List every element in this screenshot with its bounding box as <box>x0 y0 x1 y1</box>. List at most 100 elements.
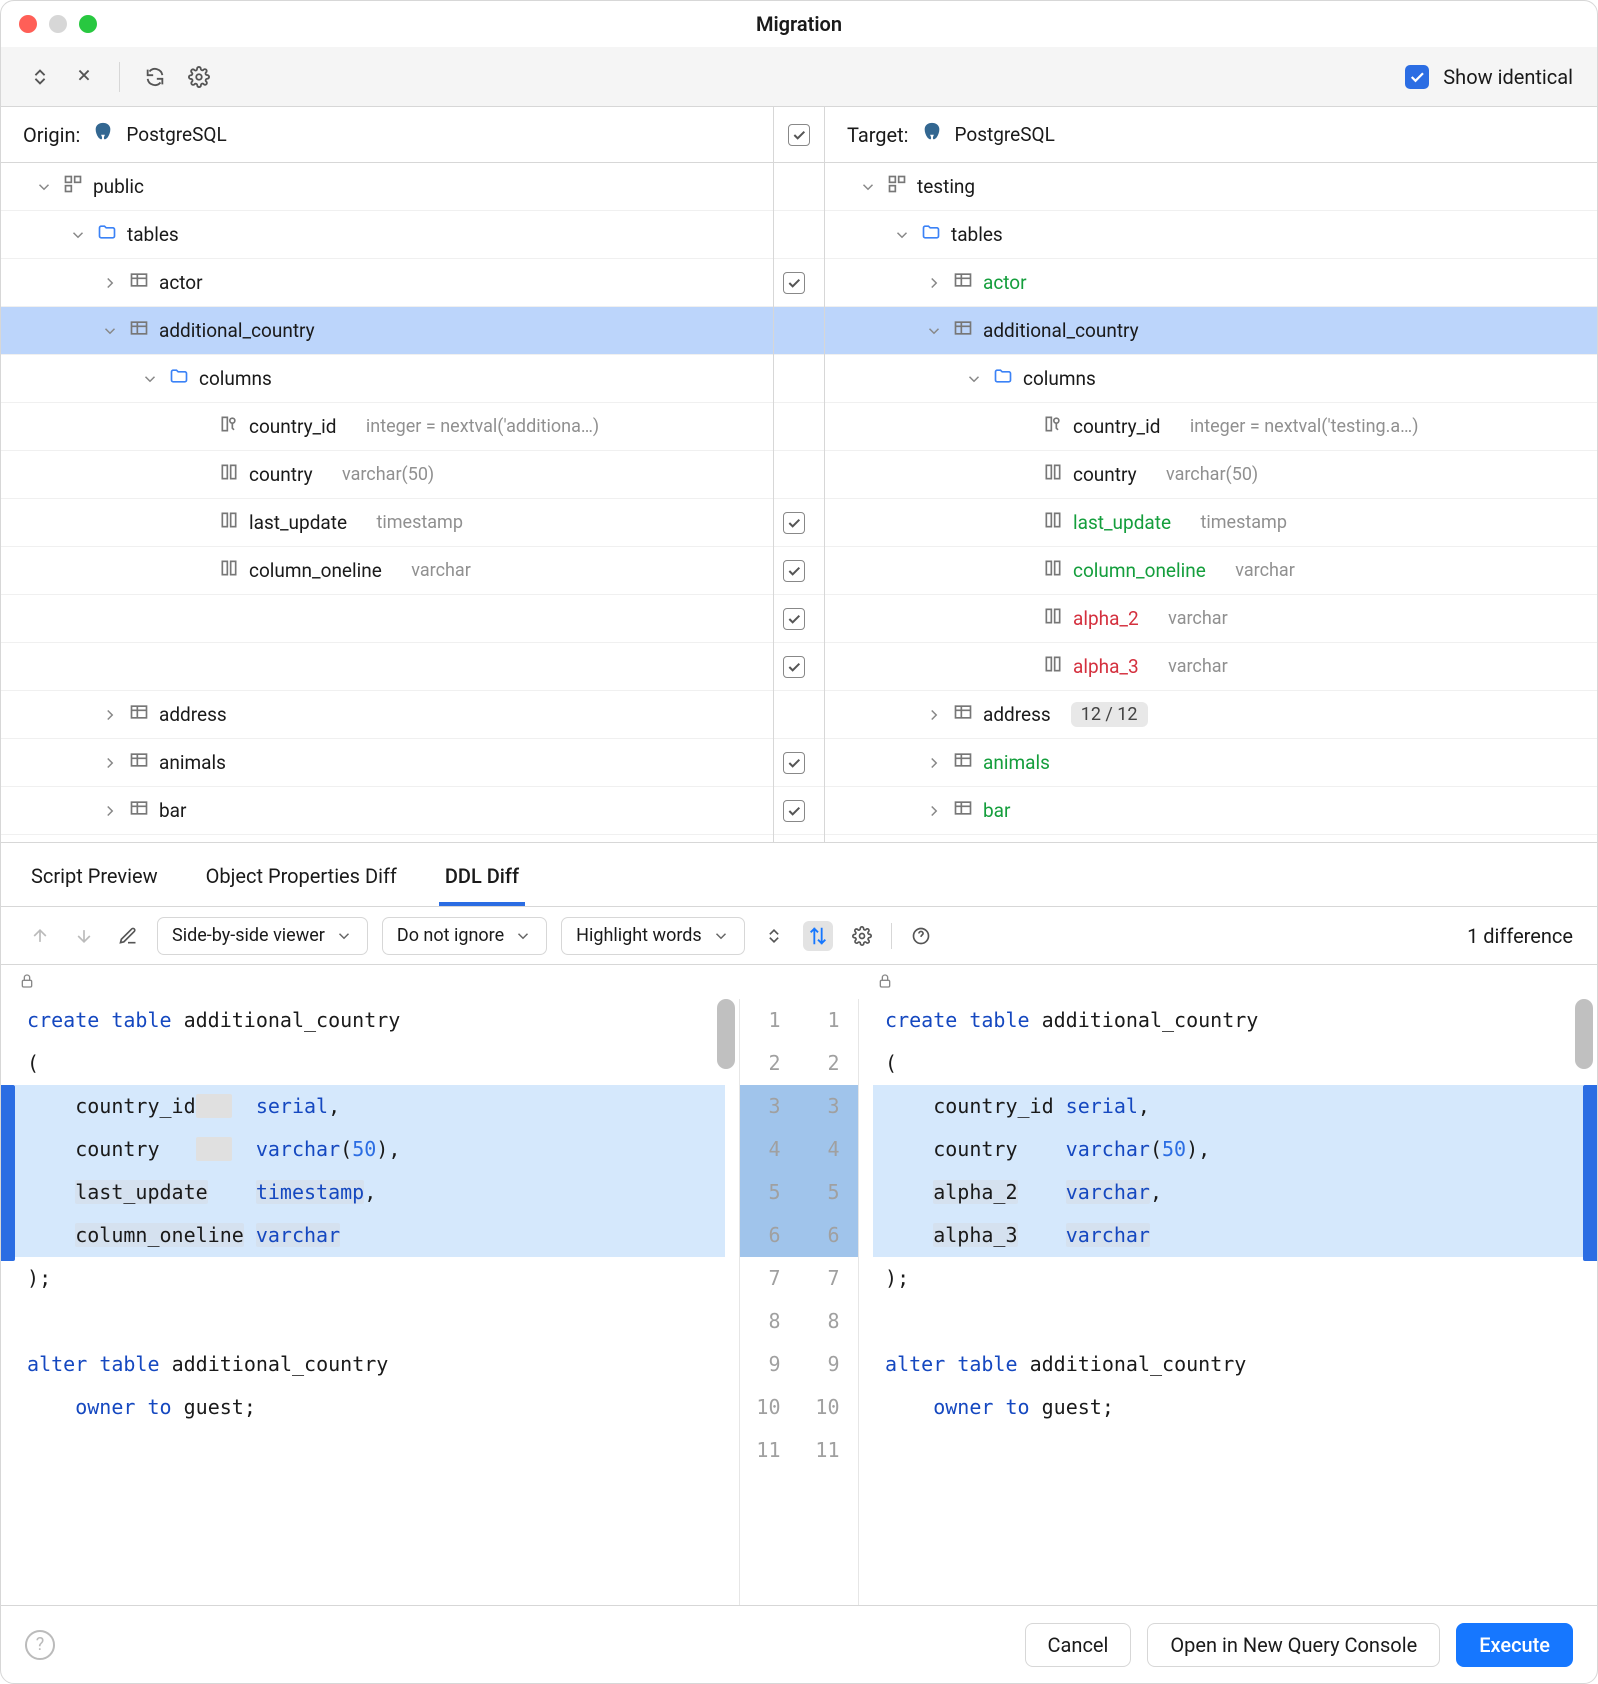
tab-script-preview[interactable]: Script Preview <box>25 864 164 906</box>
column-row[interactable]: country varchar(50) <box>1 451 773 499</box>
column-row[interactable]: column_oneline varchar <box>1 547 773 595</box>
row-check[interactable] <box>783 608 805 630</box>
viewer-mode-label: Side-by-side viewer <box>172 925 325 946</box>
row-check[interactable] <box>783 512 805 534</box>
table-name: actor <box>159 271 203 294</box>
row-check[interactable] <box>783 272 805 294</box>
next-diff-icon[interactable] <box>69 921 99 951</box>
header-check[interactable] <box>788 124 810 146</box>
viewer-mode-select[interactable]: Side-by-side viewer <box>157 917 368 955</box>
chevron-down-icon <box>35 178 53 196</box>
chevron-down-icon <box>859 178 877 196</box>
collapse-all-icon[interactable] <box>69 62 99 92</box>
row-check[interactable] <box>783 656 805 678</box>
column-type: varchar(50) <box>1166 464 1258 485</box>
ignore-mode-select[interactable]: Do not ignore <box>382 917 547 955</box>
tree-schema-row[interactable]: public <box>1 163 773 211</box>
table-row[interactable]: additional_country <box>825 307 1597 355</box>
tree-tables-folder[interactable]: tables <box>1 211 773 259</box>
expand-all-icon[interactable] <box>25 62 55 92</box>
column-type: varchar <box>1168 608 1228 629</box>
prev-diff-icon[interactable] <box>25 921 55 951</box>
column-type: varchar <box>411 560 471 581</box>
column-row[interactable]: column_oneline varchar <box>825 547 1597 595</box>
column-icon <box>219 510 239 535</box>
table-row[interactable]: animals <box>1 739 773 787</box>
table-icon <box>129 270 149 295</box>
table-name: animals <box>159 751 226 774</box>
table-icon <box>129 798 149 823</box>
table-row[interactable]: additional_country <box>1 307 773 355</box>
column-icon <box>1043 558 1063 583</box>
tab-object-props[interactable]: Object Properties Diff <box>200 864 403 906</box>
diff-left-pane[interactable]: create table additional_country ( countr… <box>1 999 739 1605</box>
diff-area: create table additional_country ( countr… <box>1 999 1597 1605</box>
table-row[interactable]: actor <box>825 259 1597 307</box>
settings-icon[interactable] <box>184 62 214 92</box>
show-identical-label: Show identical <box>1443 65 1573 89</box>
table-row[interactable]: bar <box>1 787 773 835</box>
sync-scroll-icon[interactable] <box>803 921 833 951</box>
tab-ddl-diff[interactable]: DDL Diff <box>439 864 525 906</box>
columns-folder[interactable]: columns <box>825 355 1597 403</box>
folder-icon <box>993 366 1013 391</box>
help-button[interactable]: ? <box>25 1630 55 1660</box>
source-target-row: Origin: PostgreSQL Target: PostgreSQL <box>1 107 1597 163</box>
table-row[interactable]: address 12 / 12 <box>825 691 1597 739</box>
column-name: country <box>249 463 313 486</box>
table-row[interactable]: actor <box>1 259 773 307</box>
scrollbar-thumb[interactable] <box>1575 999 1593 1069</box>
table-row[interactable]: bar <box>825 787 1597 835</box>
chevron-down-icon <box>514 927 532 945</box>
column-name: last_update <box>1073 511 1171 534</box>
column-type: integer = nextval('additiona…) <box>366 416 599 437</box>
tree-schema-row[interactable]: testing <box>825 163 1597 211</box>
highlight-mode-label: Highlight words <box>576 925 702 946</box>
scrollbar-thumb[interactable] <box>717 999 735 1069</box>
column-row[interactable]: country_id integer = nextval('testing.a…… <box>825 403 1597 451</box>
column-row[interactable]: last_update timestamp <box>1 499 773 547</box>
column-row-empty <box>1 643 773 691</box>
diff-toolbar: Side-by-side viewer Do not ignore Highli… <box>1 907 1597 965</box>
table-icon <box>953 270 973 295</box>
columns-label: columns <box>1023 367 1096 390</box>
column-row[interactable]: country varchar(50) <box>825 451 1597 499</box>
postgres-icon <box>921 121 943 148</box>
column-row[interactable]: country_id integer = nextval('additiona…… <box>1 403 773 451</box>
column-icon <box>219 558 239 583</box>
column-icon <box>1043 606 1063 631</box>
key-column-icon <box>1043 414 1063 439</box>
column-row[interactable]: alpha_2 varchar <box>825 595 1597 643</box>
collapse-unchanged-icon[interactable] <box>759 921 789 951</box>
target-db-name: PostgreSQL <box>955 123 1055 146</box>
row-check[interactable] <box>783 560 805 582</box>
show-identical-checkbox[interactable] <box>1405 65 1429 89</box>
tree-tables-folder[interactable]: tables <box>825 211 1597 259</box>
column-type: varchar <box>1235 560 1295 581</box>
chevron-down-icon <box>101 322 119 340</box>
execute-button[interactable]: Execute <box>1456 1623 1573 1667</box>
chevron-down-icon <box>141 370 159 388</box>
settings-icon[interactable] <box>847 921 877 951</box>
diff-right-pane[interactable]: create table additional_country ( countr… <box>859 999 1597 1605</box>
row-check[interactable] <box>783 752 805 774</box>
tree-panels: public tables actor additional_country <box>1 163 1597 843</box>
tree-checkbox-column <box>773 163 825 842</box>
column-row[interactable]: alpha_3 varchar <box>825 643 1597 691</box>
open-console-button[interactable]: Open in New Query Console <box>1147 1623 1440 1667</box>
row-check[interactable] <box>783 800 805 822</box>
edit-icon[interactable] <box>113 921 143 951</box>
schema-name: testing <box>917 175 975 198</box>
target-cell: Target: PostgreSQL <box>825 107 1597 162</box>
chevron-right-icon <box>101 706 119 724</box>
origin-cell: Origin: PostgreSQL <box>1 107 773 162</box>
table-row[interactable]: animals <box>825 739 1597 787</box>
table-row[interactable]: address <box>1 691 773 739</box>
refresh-icon[interactable] <box>140 62 170 92</box>
column-row[interactable]: last_update timestamp <box>825 499 1597 547</box>
cancel-button[interactable]: Cancel <box>1025 1623 1132 1667</box>
help-icon[interactable] <box>906 921 936 951</box>
columns-folder[interactable]: columns <box>1 355 773 403</box>
footer: ? Cancel Open in New Query Console Execu… <box>1 1605 1597 1683</box>
highlight-mode-select[interactable]: Highlight words <box>561 917 745 955</box>
